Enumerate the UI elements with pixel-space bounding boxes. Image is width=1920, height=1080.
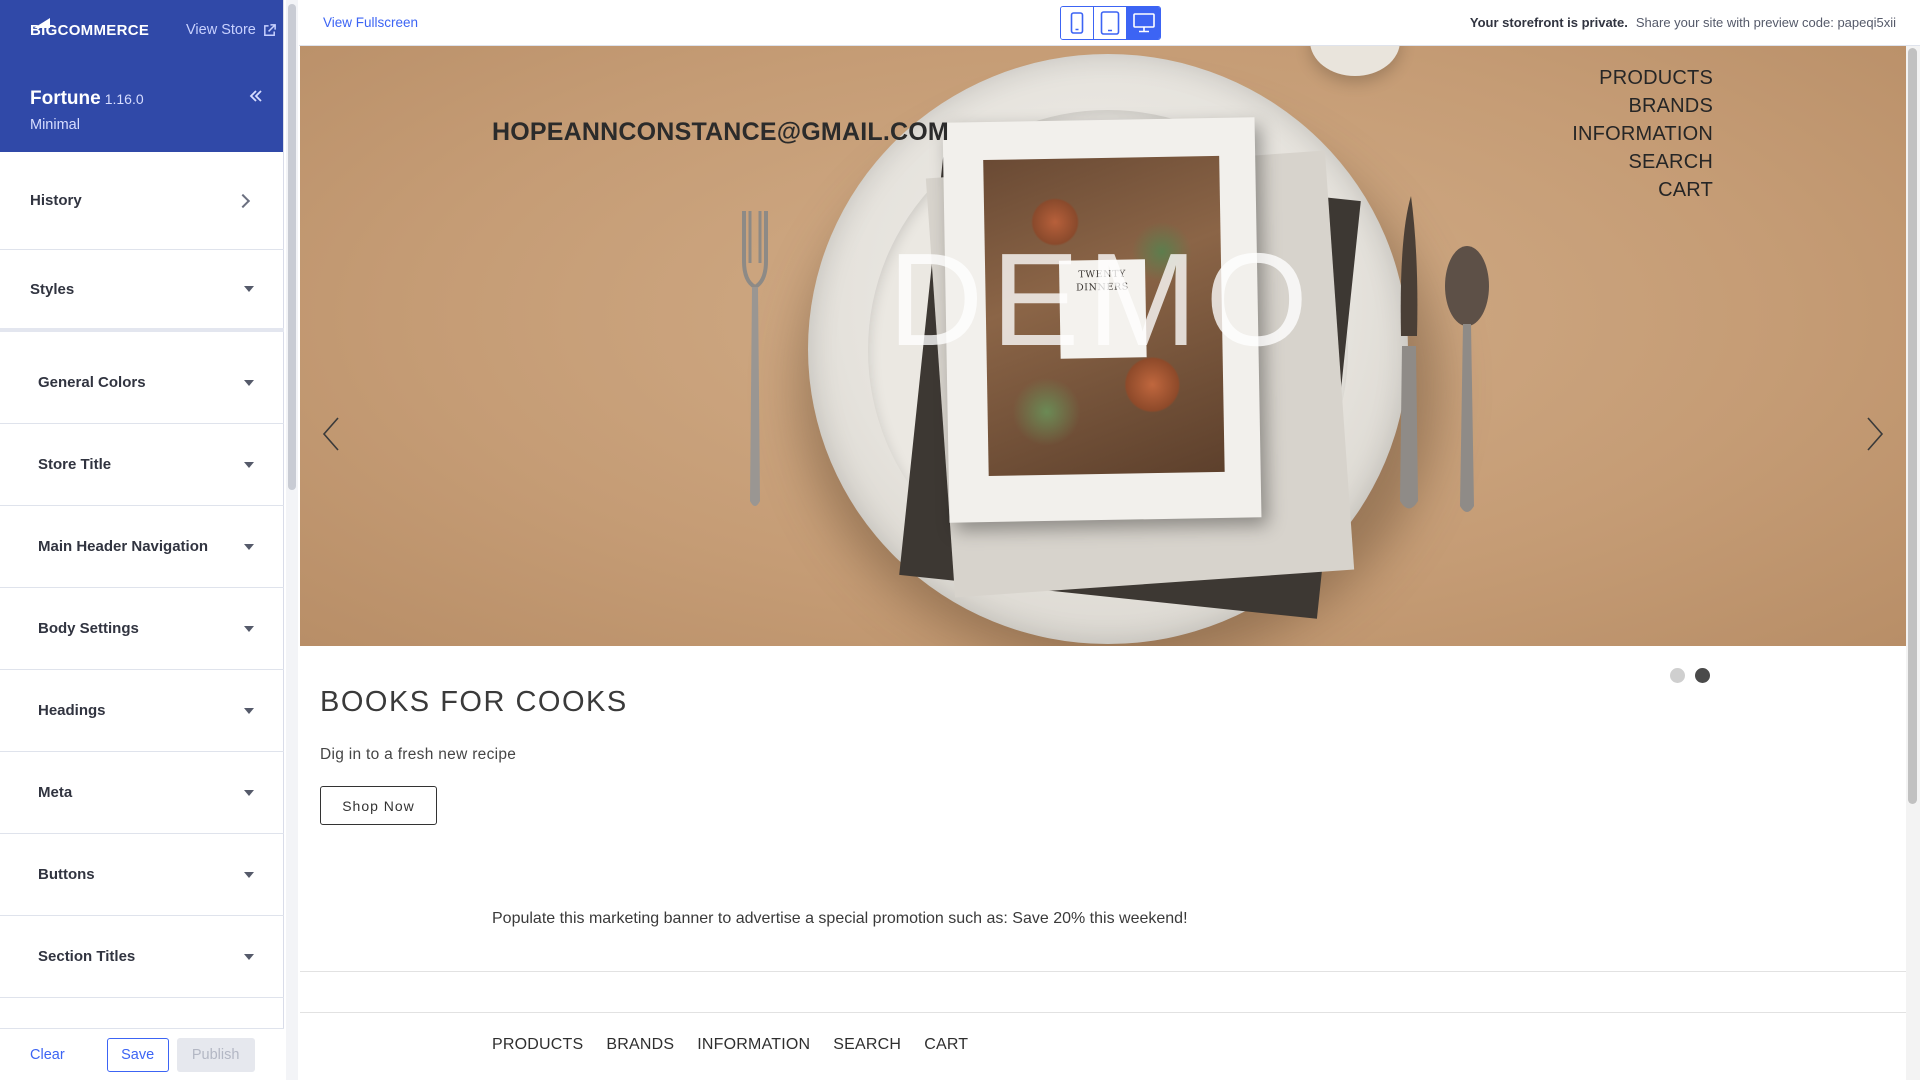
external-link-icon: [263, 23, 276, 36]
caret-down-icon: [244, 543, 254, 550]
mobile-icon: [1070, 12, 1084, 34]
knife-image: [1400, 196, 1418, 509]
footer-nav-cart[interactable]: CART: [924, 1036, 968, 1054]
setting-label: Section Titles: [38, 948, 136, 965]
desktop-view-button[interactable]: [1127, 7, 1160, 39]
tablet-view-button[interactable]: [1094, 7, 1127, 39]
nav-products[interactable]: PRODUCTS: [1572, 64, 1713, 92]
slide-heading: BOOKS FOR COOKS: [320, 686, 628, 718]
bigcommerce-logo[interactable]: BIGCOMMERCE: [30, 18, 150, 44]
fork-image: [742, 211, 768, 506]
setting-label: Buttons: [38, 866, 95, 883]
setting-store-title[interactable]: Store Title: [0, 424, 284, 506]
carousel-dot-2[interactable]: [1695, 668, 1710, 683]
setting-section-titles[interactable]: Section Titles: [0, 916, 284, 998]
setting-label: Meta: [38, 784, 73, 801]
history-label: History: [30, 192, 82, 209]
setting-meta[interactable]: Meta: [0, 752, 284, 834]
nav-brands[interactable]: BRANDS: [1572, 92, 1713, 120]
caret-down-icon: [244, 953, 254, 960]
caret-down-icon: [244, 707, 254, 714]
nav-search[interactable]: SEARCH: [1572, 148, 1713, 176]
carousel-dots: [1670, 668, 1710, 683]
caret-down-icon: [244, 625, 254, 632]
styles-label: Styles: [30, 280, 75, 298]
theme-version: 1.16.0: [104, 91, 144, 107]
tablet-icon: [1100, 11, 1120, 35]
carousel-dot-1[interactable]: [1670, 668, 1685, 683]
history-row[interactable]: History: [0, 152, 284, 250]
footer-nav-brands[interactable]: BRANDS: [606, 1036, 674, 1054]
view-fullscreen-link[interactable]: View Fullscreen: [323, 15, 418, 30]
chevron-right-icon: [235, 193, 251, 208]
footer-navigation: PRODUCTS BRANDS INFORMATION SEARCH CART: [492, 1036, 968, 1054]
footer-nav-products[interactable]: PRODUCTS: [492, 1036, 583, 1054]
setting-label: Body Settings: [38, 620, 139, 637]
divider: [300, 1012, 1906, 1013]
caret-down-icon: [244, 871, 254, 878]
caret-down-icon: [244, 789, 254, 796]
carousel-prev-arrow-icon[interactable]: [320, 414, 342, 454]
store-title[interactable]: HOPEANNCONSTANCE@GMAIL.COM: [492, 118, 949, 147]
sidebar-panel: History Styles General Colors Store Titl…: [0, 152, 284, 1028]
theme-variant: Minimal: [30, 117, 80, 133]
caret-down-icon: [244, 461, 254, 468]
setting-label: Headings: [38, 702, 106, 719]
nav-information[interactable]: INFORMATION: [1572, 120, 1713, 148]
save-button[interactable]: Save: [106, 1037, 169, 1072]
share-code-text: Share your site with preview code: papeq…: [1635, 15, 1896, 30]
double-chevron-left-icon: [249, 90, 262, 102]
theme-name-text: Fortune: [30, 88, 101, 109]
sidebar-header: BIGCOMMERCE View Store Fortune 1.16.0 Min…: [0, 0, 283, 152]
promo-banner: Populate this marketing banner to advert…: [492, 910, 1188, 927]
theme-name: Fortune 1.16.0: [30, 88, 144, 110]
main-navigation: PRODUCTS BRANDS INFORMATION SEARCH CART: [1572, 64, 1713, 204]
device-switcher: [1060, 6, 1161, 40]
footer-nav-search[interactable]: SEARCH: [833, 1036, 901, 1054]
logo-text: BIGCOMMERCE: [30, 22, 150, 39]
setting-body-settings[interactable]: Body Settings: [0, 588, 284, 670]
shop-now-button[interactable]: Shop Now: [320, 786, 437, 825]
hero-carousel: TWENTY DINNERS DEMO HOPEANNCONSTANCE@GMA…: [300, 46, 1906, 646]
styles-section[interactable]: Styles: [0, 250, 284, 332]
preview-toolbar: View Fullscreen Your storefront is priva…: [299, 0, 1920, 46]
setting-main-header-navigation[interactable]: Main Header Navigation: [0, 506, 284, 588]
sidebar-scrollbar-thumb[interactable]: [288, 4, 296, 490]
divider: [300, 971, 1906, 972]
collapse-sidebar-button[interactable]: [246, 88, 266, 108]
caret-down-icon: [244, 286, 254, 292]
theme-editor-sidebar: BIGCOMMERCE View Store Fortune 1.16.0 Min…: [0, 0, 284, 1080]
view-store-link[interactable]: View Store: [186, 22, 277, 38]
storefront-preview: TWENTY DINNERS DEMO HOPEANNCONSTANCE@GMA…: [300, 46, 1906, 1080]
setting-general-colors[interactable]: General Colors: [0, 342, 284, 424]
setting-label: Store Title: [38, 456, 112, 473]
publish-button[interactable]: Publish: [176, 1037, 255, 1072]
setting-label: General Colors: [38, 374, 146, 391]
nav-cart[interactable]: CART: [1572, 176, 1713, 204]
sidebar-footer: Clear Save Publish: [0, 1028, 284, 1080]
desktop-icon: [1132, 13, 1155, 33]
mobile-view-button[interactable]: [1061, 7, 1094, 39]
private-storefront-notice: Your storefront is private. Share your si…: [1470, 15, 1896, 30]
view-store-label: View Store: [186, 22, 256, 38]
preview-scrollbar-thumb[interactable]: [1908, 48, 1917, 804]
setting-buttons[interactable]: Buttons: [0, 834, 284, 916]
slide-subheading: Dig in to a fresh new recipe: [320, 746, 517, 763]
setting-label: Main Header Navigation: [38, 538, 209, 555]
demo-watermark: DEMO: [888, 226, 1316, 373]
clear-button[interactable]: Clear: [30, 1047, 65, 1063]
footer-nav-information[interactable]: INFORMATION: [697, 1036, 810, 1054]
caret-down-icon: [244, 379, 254, 386]
carousel-next-arrow-icon[interactable]: [1864, 414, 1886, 454]
setting-headings[interactable]: Headings: [0, 670, 284, 752]
spoon-image: [1445, 246, 1489, 512]
private-notice-text: Your storefront is private.: [1469, 15, 1628, 30]
